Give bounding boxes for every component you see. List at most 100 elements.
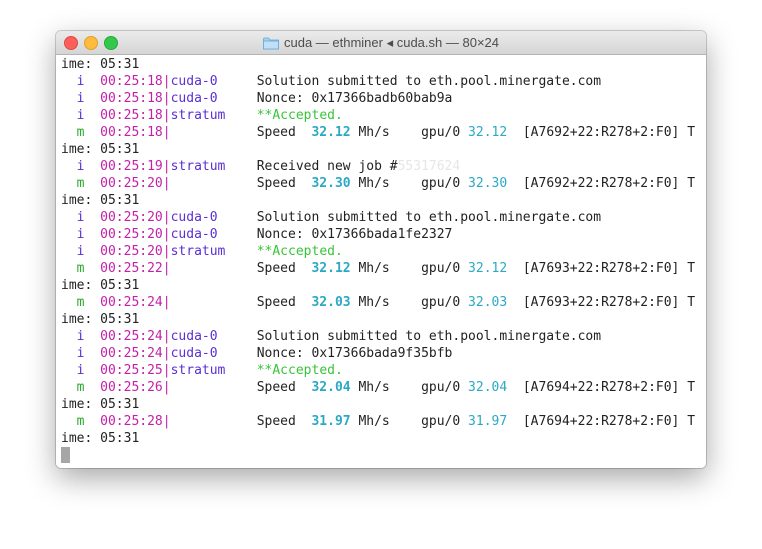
- hashrate-value: 32.12: [311, 125, 351, 140]
- log-source: stratum: [170, 159, 226, 174]
- log-message: Solution submitted to eth.pool.minergate…: [256, 210, 602, 225]
- terminal-line: ime: 05:31: [61, 277, 139, 294]
- terminal-line: i 00:25:24|cuda-0 Solution submitted to …: [61, 328, 601, 345]
- log-level-marker: i: [76, 227, 85, 242]
- log-message: Nonce: 0x17366badb60bab9a: [256, 91, 453, 106]
- separator: |: [162, 414, 171, 429]
- hashrate-value: 32.03: [311, 295, 351, 310]
- gpu-hashrate: 31.97: [468, 414, 508, 429]
- folder-icon: [263, 37, 279, 50]
- separator: |: [162, 244, 171, 259]
- log-timestamp: 00:25:18: [100, 74, 163, 89]
- share-stats: [A7693+22:R278+2:F0] T: [522, 295, 696, 310]
- hashrate-value: 32.30: [311, 176, 351, 191]
- separator: |: [162, 108, 171, 123]
- terminal-line: i 00:25:18|cuda-0 Solution submitted to …: [61, 73, 601, 90]
- terminal-line: m 00:25:28| Speed 31.97 Mh/s gpu/0 31.97…: [61, 413, 695, 430]
- job-id: 55317624: [397, 159, 461, 174]
- log-message: Nonce: 0x17366bada9f35bfb: [256, 346, 453, 361]
- terminal-line: i 00:25:20|stratum **Accepted.: [61, 243, 343, 260]
- log-message: Nonce: 0x17366bada1fe2327: [256, 227, 453, 242]
- gpu-hashrate: 32.04: [468, 380, 508, 395]
- gpu-hashrate: 32.30: [468, 176, 508, 191]
- share-stats: [A7692+22:R278+2:F0] T: [522, 125, 696, 140]
- log-timestamp: 00:25:18: [100, 108, 163, 123]
- hashrate-unit: Mh/s: [358, 414, 390, 429]
- separator: |: [162, 380, 171, 395]
- terminal-line: m 00:25:24| Speed 32.03 Mh/s gpu/0 32.03…: [61, 294, 695, 311]
- terminal-window: cuda — ethminer ◂ cuda.sh — 80×24 ime: 0…: [56, 31, 706, 468]
- log-level-marker: m: [76, 261, 85, 276]
- terminal-line: m 00:25:20| Speed 32.30 Mh/s gpu/0 32.30…: [61, 175, 695, 192]
- log-source: stratum: [170, 363, 226, 378]
- terminal-line: ime: 05:31: [61, 56, 139, 73]
- speed-label: Speed: [256, 380, 296, 395]
- terminal-output[interactable]: ime: 05:31 i 00:25:18|cuda-0 Solution su…: [56, 55, 706, 468]
- terminal-line: i 00:25:18|stratum **Accepted.: [61, 107, 343, 124]
- line-text: ime: 05:31: [61, 193, 140, 208]
- log-level-marker: i: [76, 346, 85, 361]
- log-level-marker: i: [76, 91, 85, 106]
- log-source: cuda-0: [170, 346, 218, 361]
- log-source: stratum: [170, 244, 226, 259]
- log-message: Solution submitted to eth.pool.minergate…: [256, 329, 602, 344]
- log-level-marker: i: [76, 244, 85, 259]
- log-level-marker: i: [76, 363, 85, 378]
- log-level-marker: m: [76, 414, 85, 429]
- log-source: cuda-0: [170, 91, 218, 106]
- log-timestamp: 00:25:26: [100, 380, 163, 395]
- accepted-message: **Accepted.: [256, 363, 343, 378]
- speed-label: Speed: [256, 295, 296, 310]
- share-stats: [A7694+22:R278+2:F0] T: [522, 414, 696, 429]
- separator: |: [162, 295, 171, 310]
- separator: |: [162, 125, 171, 140]
- terminal-line: i 00:25:24|cuda-0 Nonce: 0x17366bada9f35…: [61, 345, 453, 362]
- gpu-label: gpu/0: [421, 261, 461, 276]
- log-message: Solution submitted to eth.pool.minergate…: [256, 74, 602, 89]
- log-timestamp: 00:25:24: [100, 329, 163, 344]
- log-timestamp: 00:25:24: [100, 295, 163, 310]
- terminal-line: ime: 05:31: [61, 311, 139, 328]
- line-text: ime: 05:31: [61, 57, 140, 72]
- window-title-area: cuda — ethminer ◂ cuda.sh — 80×24: [56, 31, 706, 54]
- gpu-hashrate: 32.03: [468, 295, 508, 310]
- log-level-marker: i: [76, 74, 85, 89]
- log-level-marker: i: [76, 159, 85, 174]
- hashrate-unit: Mh/s: [358, 380, 390, 395]
- log-timestamp: 00:25:20: [100, 210, 163, 225]
- gpu-label: gpu/0: [421, 380, 461, 395]
- speed-label: Speed: [256, 414, 296, 429]
- log-source: cuda-0: [170, 74, 218, 89]
- log-level-marker: m: [76, 380, 85, 395]
- log-timestamp: 00:25:28: [100, 414, 163, 429]
- hashrate-unit: Mh/s: [358, 125, 390, 140]
- terminal-line: ime: 05:31: [61, 430, 139, 447]
- log-level-marker: i: [76, 329, 85, 344]
- log-timestamp: 00:25:20: [100, 244, 163, 259]
- share-stats: [A7692+22:R278+2:F0] T: [522, 176, 696, 191]
- log-level-marker: m: [76, 176, 85, 191]
- log-timestamp: 00:25:19: [100, 159, 163, 174]
- gpu-label: gpu/0: [421, 125, 461, 140]
- text-cursor: [61, 447, 70, 463]
- gpu-hashrate: 32.12: [468, 261, 508, 276]
- hashrate-value: 32.12: [311, 261, 351, 276]
- separator: |: [162, 74, 171, 89]
- title-bar[interactable]: cuda — ethminer ◂ cuda.sh — 80×24: [56, 31, 706, 55]
- gpu-label: gpu/0: [421, 176, 461, 191]
- hashrate-value: 32.04: [311, 380, 351, 395]
- terminal-line: i 00:25:20|cuda-0 Solution submitted to …: [61, 209, 601, 226]
- log-source: cuda-0: [170, 227, 218, 242]
- terminal-line: i 00:25:20|cuda-0 Nonce: 0x17366bada1fe2…: [61, 226, 453, 243]
- separator: |: [162, 261, 171, 276]
- hashrate-unit: Mh/s: [358, 295, 390, 310]
- log-timestamp: 00:25:25: [100, 363, 163, 378]
- log-timestamp: 00:25:24: [100, 346, 163, 361]
- speed-label: Speed: [256, 261, 296, 276]
- log-level-marker: m: [76, 125, 85, 140]
- line-text: ime: 05:31: [61, 312, 140, 327]
- log-message: Received new job #: [256, 159, 398, 174]
- speed-label: Speed: [256, 176, 296, 191]
- accepted-message: **Accepted.: [256, 244, 343, 259]
- line-text: ime: 05:31: [61, 278, 140, 293]
